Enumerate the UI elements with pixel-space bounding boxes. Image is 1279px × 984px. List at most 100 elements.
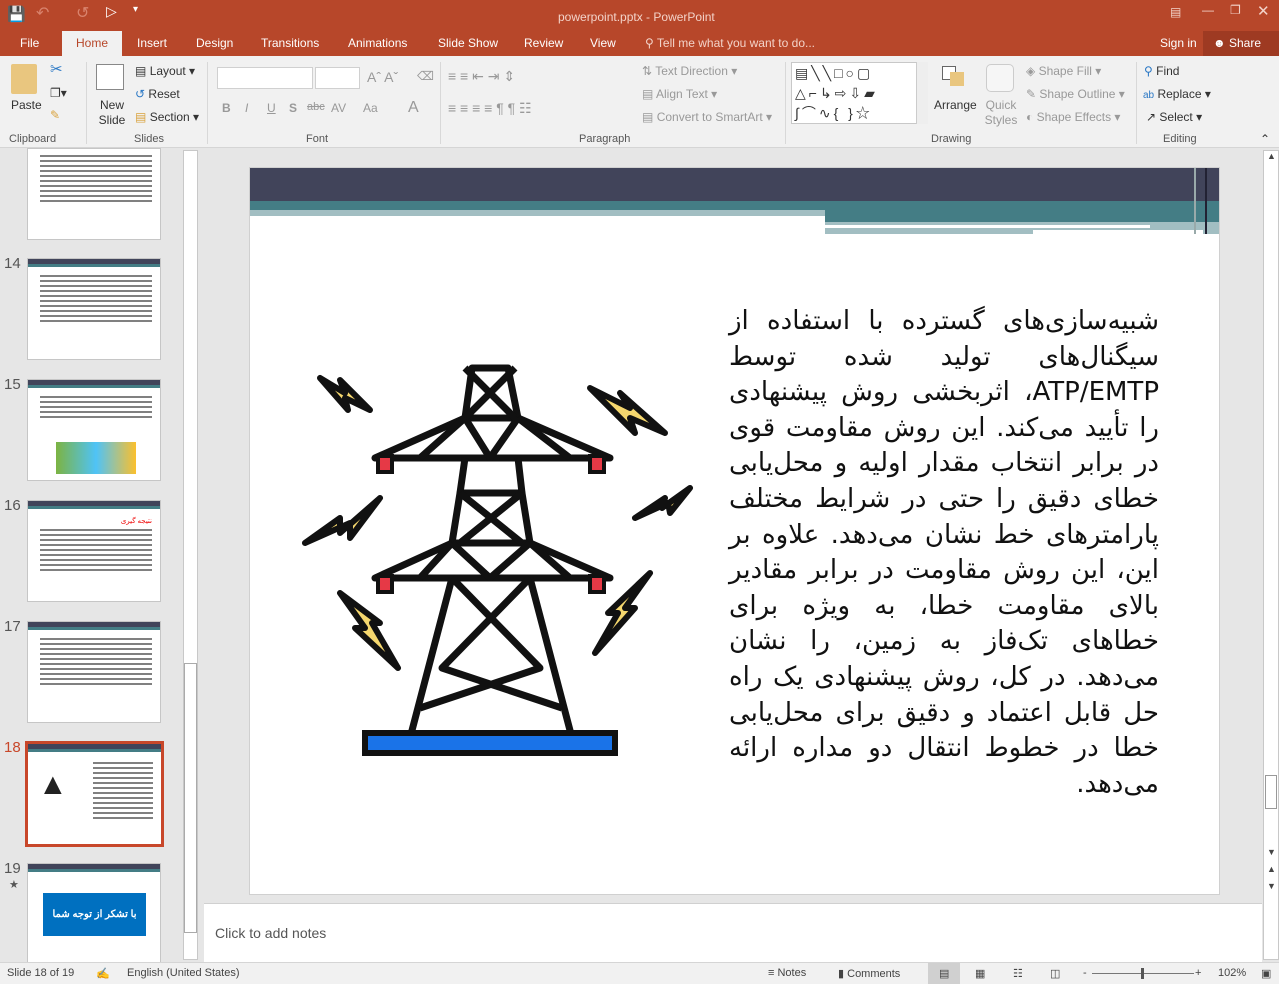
slide-thumbnail-18[interactable]: ▲ xyxy=(25,741,164,847)
notes-button[interactable]: ≡ Notes xyxy=(768,967,806,979)
select-button[interactable]: ↗ Select ▾ xyxy=(1146,110,1202,124)
tab-view[interactable]: View xyxy=(590,36,616,50)
tab-insert[interactable]: Insert xyxy=(137,36,167,50)
tab-file[interactable]: File xyxy=(20,36,39,50)
slide-thumbnail-17[interactable] xyxy=(27,621,161,723)
slide-thumbnail-13[interactable] xyxy=(27,148,161,240)
slide-thumbnail-15[interactable] xyxy=(27,379,161,481)
zoom-in-button[interactable]: + xyxy=(1195,967,1201,979)
italic-button[interactable]: I xyxy=(245,101,248,115)
tab-transitions[interactable]: Transitions xyxy=(261,36,319,50)
save-icon[interactable]: 💾 xyxy=(7,5,26,23)
replace-button[interactable]: ab Replace ▾ xyxy=(1143,87,1211,101)
zoom-slider-thumb[interactable] xyxy=(1141,968,1144,979)
ribbon-display-icon[interactable]: ▤ xyxy=(1170,5,1181,19)
header-band-dark xyxy=(250,168,1219,201)
next-slide-icon[interactable]: ▼ xyxy=(1267,881,1276,891)
text-direction-button[interactable]: ⇅ Text Direction ▾ xyxy=(642,64,737,78)
fit-to-window-icon[interactable]: ▣ xyxy=(1261,967,1271,980)
language-indicator[interactable]: English (United States) xyxy=(127,967,240,979)
tab-home[interactable]: Home xyxy=(62,31,123,56)
cut-icon[interactable]: ✂ xyxy=(50,60,63,78)
font-name-input[interactable] xyxy=(217,67,313,89)
tower-thumbnail-icon: ▲ xyxy=(38,768,68,801)
reset-button[interactable]: ↺ Reset xyxy=(135,87,180,101)
slide-canvas: شبیه‌سازی‌های گسترده با استفاده از سیگنا… xyxy=(249,167,1220,895)
grow-font-icon[interactable]: Aˆ Aˇ xyxy=(367,69,398,85)
reset-icon: ↺ xyxy=(135,87,146,101)
new-slide-button[interactable]: New Slide xyxy=(94,98,130,128)
new-slide-icon[interactable] xyxy=(96,64,124,90)
paste-icon[interactable] xyxy=(11,64,37,94)
slide-show-icon[interactable]: ◫ xyxy=(1050,967,1060,980)
character-spacing-button[interactable]: AV xyxy=(331,101,346,115)
tab-animations[interactable]: Animations xyxy=(348,36,407,50)
bold-button[interactable]: B xyxy=(222,101,231,115)
align-icons[interactable]: ≡ ≡ ≡ ≡ ¶ ¶ ☷ xyxy=(448,100,532,117)
tell-me-box[interactable]: ⚲ Tell me what you want to do... xyxy=(645,36,815,50)
shapes-gallery[interactable]: ▤╲╲□○▢ △⌐↳⇨⇩▰ ∫⌒∿{ }☆ xyxy=(791,62,928,124)
thanks-button-shape: با تشکر از توجه شما xyxy=(43,893,146,936)
paint-bucket-icon: ◈ xyxy=(1026,64,1036,78)
shape-outline-button[interactable]: ✎ Shape Outline ▾ xyxy=(1026,87,1125,101)
bullets-icon[interactable]: ≡ ≡ ⇤ ⇥ ⇕ xyxy=(448,68,515,85)
minimize-icon[interactable]: — xyxy=(1202,3,1214,17)
tab-review[interactable]: Review xyxy=(524,36,563,50)
status-bar: Slide 18 of 19 ✍ English (United States)… xyxy=(0,962,1279,984)
shape-effects-button[interactable]: ◐ Shape Effects ▾ xyxy=(1026,110,1120,124)
slide-thumbnail-19[interactable]: با تشکر از توجه شما xyxy=(27,863,161,962)
align-text-button[interactable]: ▤ Align Text ▾ xyxy=(642,87,717,101)
sign-in-link[interactable]: Sign in xyxy=(1160,36,1197,50)
slide-body-text[interactable]: شبیه‌سازی‌های گسترده با استفاده از سیگنا… xyxy=(729,304,1159,802)
shadow-button[interactable]: S xyxy=(289,101,297,115)
clear-formatting-icon[interactable]: ⌫ xyxy=(417,69,434,83)
customize-icon[interactable]: ▾ xyxy=(133,4,138,15)
section-button[interactable]: ▤ Section ▾ xyxy=(135,110,199,124)
slide-thumbnail-14[interactable] xyxy=(27,258,161,360)
change-case-button[interactable]: Aa xyxy=(363,101,378,115)
arrange-button[interactable]: Arrange xyxy=(934,98,977,112)
font-color-button[interactable]: A xyxy=(408,99,419,117)
quick-styles-button[interactable]: Quick Styles xyxy=(981,98,1021,128)
zoom-out-button[interactable]: - xyxy=(1083,967,1087,979)
scroll-down-icon[interactable]: ▼ xyxy=(1267,847,1276,857)
shape-fill-button[interactable]: ◈ Shape Fill ▾ xyxy=(1026,64,1101,78)
lightning-bolt-icon xyxy=(317,375,373,413)
notes-pane[interactable]: Click to add notes xyxy=(204,903,1262,962)
strikethrough-button[interactable]: abc xyxy=(307,101,325,113)
start-from-beginning-icon[interactable]: ▷ xyxy=(106,3,117,20)
slide-sorter-icon[interactable]: ▦ xyxy=(975,967,985,980)
layout-icon: ▤ xyxy=(135,64,147,78)
collapse-ribbon-icon[interactable]: ⌃ xyxy=(1260,132,1270,146)
slide-scroll-thumb[interactable] xyxy=(1265,775,1277,809)
comments-button[interactable]: ▮ Comments xyxy=(838,967,900,980)
lightbulb-icon: ⚲ xyxy=(645,36,654,50)
slide-scrollbar[interactable]: ▲ ▼ ▲ ▼ xyxy=(1263,150,1279,960)
convert-smartart-button[interactable]: ▤ Convert to SmartArt ▾ xyxy=(642,110,772,124)
redo-icon[interactable]: ↺ xyxy=(76,3,89,23)
clipboard-group-label: Clipboard xyxy=(9,133,57,145)
font-size-input[interactable] xyxy=(315,67,360,89)
previous-slide-icon[interactable]: ▲ xyxy=(1267,864,1276,874)
tab-slide-show[interactable]: Slide Show xyxy=(438,36,498,50)
scroll-up-icon[interactable]: ▲ xyxy=(1267,151,1276,161)
copy-icon[interactable]: ❐▾ xyxy=(50,86,67,100)
zoom-level[interactable]: 102% xyxy=(1218,967,1246,979)
format-painter-icon[interactable]: ✎ xyxy=(50,108,60,122)
restore-icon[interactable]: ❐ xyxy=(1230,3,1241,17)
paste-button[interactable]: Paste xyxy=(11,98,42,112)
find-button[interactable]: ⚲ Find xyxy=(1144,64,1179,78)
slide-thumbnail-16[interactable]: نتیجه گیری xyxy=(27,500,161,602)
undo-icon[interactable]: ↶ xyxy=(36,3,49,23)
thumbnails-scroll-thumb[interactable] xyxy=(184,663,197,933)
tab-design[interactable]: Design xyxy=(196,36,233,50)
spell-check-icon[interactable]: ✍ xyxy=(96,967,110,980)
shapes-gallery-scroll[interactable] xyxy=(916,62,928,124)
layout-button[interactable]: ▤ Layout ▾ xyxy=(135,64,195,78)
notes-placeholder[interactable]: Click to add notes xyxy=(215,925,326,941)
reading-view-icon[interactable]: ☷ xyxy=(1013,967,1023,980)
share-button[interactable]: ☻ Share xyxy=(1203,31,1279,56)
close-icon[interactable]: ✕ xyxy=(1257,2,1270,20)
underline-button[interactable]: U xyxy=(267,101,276,115)
shape-effects-icon: ◐ xyxy=(1026,110,1034,124)
